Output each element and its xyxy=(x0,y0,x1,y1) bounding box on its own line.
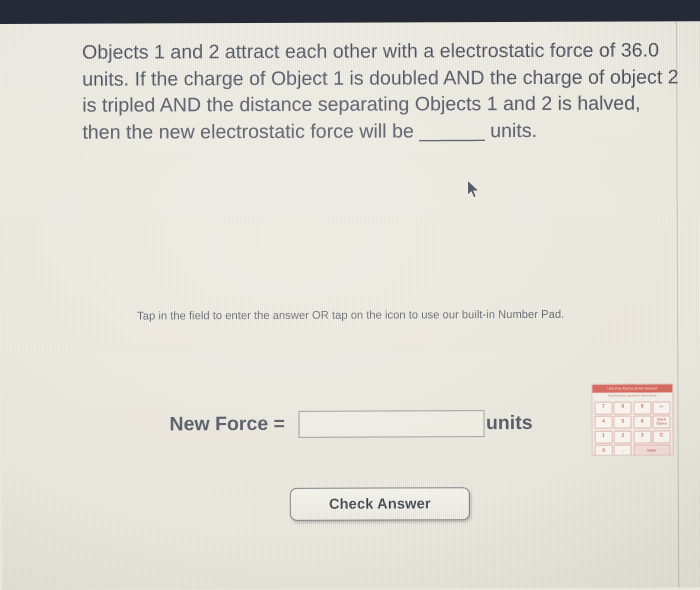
number-pad-key-1[interactable]: 1 xyxy=(594,430,613,444)
number-pad-key-back-space[interactable]: Back Space xyxy=(652,415,671,429)
number-pad-key-5[interactable]: 5 xyxy=(613,415,632,429)
units-label: units xyxy=(485,411,533,434)
number-pad-grid: 7 8 9 +/- 4 5 6 Back Space 1 2 3 C 0. Enter xyxy=(592,399,672,456)
number-pad-key-8[interactable]: 8 xyxy=(613,401,632,415)
number-pad-key-3[interactable]: 3 xyxy=(633,430,652,444)
number-pad-key-4[interactable]: 4 xyxy=(594,415,613,429)
number-pad-key-enter[interactable]: Enter xyxy=(633,444,671,456)
number-pad-key-9[interactable]: 9 xyxy=(633,401,652,415)
number-pad-key-6[interactable]: 6 xyxy=(633,415,652,429)
answer-input[interactable] xyxy=(298,409,486,438)
number-pad-key-2[interactable]: 2 xyxy=(613,430,632,444)
check-answer-button[interactable]: Check Answer xyxy=(289,487,470,521)
number-pad-key-c[interactable]: C xyxy=(652,429,671,443)
mouse-cursor-icon xyxy=(467,179,480,199)
new-force-label: New Force = xyxy=(169,412,285,435)
screen-surface: Objects 1 and 2 attract each other with … xyxy=(0,21,700,590)
instruction-text: Tap in the field to enter the answer OR … xyxy=(137,308,565,323)
photographed-screen: Objects 1 and 2 attract each other with … xyxy=(0,0,700,590)
number-pad-key-0[interactable]: 0 xyxy=(594,444,613,456)
number-pad-icon[interactable]: Use Key Pad to Enter Answer Tap the keys… xyxy=(591,383,674,456)
number-pad-key-[interactable]: +/- xyxy=(652,400,671,414)
number-pad-key-7[interactable]: 7 xyxy=(594,401,613,415)
page-content: Objects 1 and 2 attract each other with … xyxy=(0,21,700,590)
answer-row: New Force = units xyxy=(169,405,533,442)
question-text: Objects 1 and 2 attract each other with … xyxy=(82,39,685,144)
number-pad-key-[interactable]: . xyxy=(613,444,632,456)
